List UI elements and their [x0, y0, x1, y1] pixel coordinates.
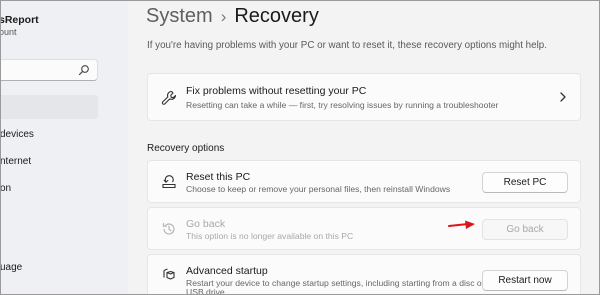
go-back-card: Go back This option is no longer availab…	[147, 207, 581, 250]
chevron-right-icon	[560, 92, 566, 102]
reset-pc-button[interactable]: Reset PC	[482, 172, 568, 193]
sidebar-item-network[interactable]: nternet	[0, 156, 31, 167]
breadcrumb: System › Recovery	[146, 5, 319, 28]
advanced-startup-title: Advanced startup	[186, 265, 268, 277]
fix-problems-card[interactable]: Fix problems without resetting your PC R…	[147, 73, 581, 121]
history-icon	[162, 222, 175, 235]
advanced-startup-icon	[163, 268, 175, 280]
reset-pc-description: Choose to keep or remove your personal f…	[186, 184, 451, 194]
advanced-startup-card: Advanced startup Restart your device to …	[147, 254, 581, 295]
sidebar-item-selected[interactable]	[0, 95, 98, 119]
reset-pc-card: Reset this PC Choose to keep or remove y…	[147, 160, 581, 203]
advanced-startup-description-line2: USB drive	[186, 287, 225, 295]
sidebar-item-personalization[interactable]: on	[0, 183, 11, 194]
go-back-title: Go back	[186, 218, 226, 230]
advanced-startup-description: Restart your device to change startup se…	[186, 278, 485, 288]
fix-problems-title: Fix problems without resetting your PC	[186, 85, 367, 97]
sidebar-item-language[interactable]: uage	[0, 262, 22, 273]
sidebar: sReport ount devices nternet on uage	[0, 0, 128, 295]
reset-pc-title: Reset this PC	[186, 171, 251, 183]
search-icon	[78, 65, 89, 76]
intro-text: If you're having problems with your PC o…	[147, 40, 547, 51]
wrench-icon	[161, 90, 177, 105]
sidebar-item-devices[interactable]: devices	[0, 129, 34, 140]
annotation-arrow-icon	[448, 220, 475, 229]
breadcrumb-separator: ›	[220, 7, 227, 26]
restart-now-button[interactable]: Restart now	[482, 270, 568, 291]
account-name: sReport	[0, 14, 39, 26]
account-type: ount	[0, 27, 17, 37]
reset-icon	[162, 175, 176, 189]
fix-problems-description: Resetting can take a while — first, try …	[186, 100, 499, 110]
go-back-description: This option is no longer available on th…	[186, 231, 354, 241]
page-title: Recovery	[234, 5, 319, 27]
go-back-button[interactable]: Go back	[482, 219, 568, 240]
breadcrumb-system[interactable]: System	[146, 5, 213, 27]
section-title: Recovery options	[147, 143, 225, 154]
search-input[interactable]	[0, 59, 98, 81]
main-content: System › Recovery If you're having problem…	[128, 0, 600, 295]
